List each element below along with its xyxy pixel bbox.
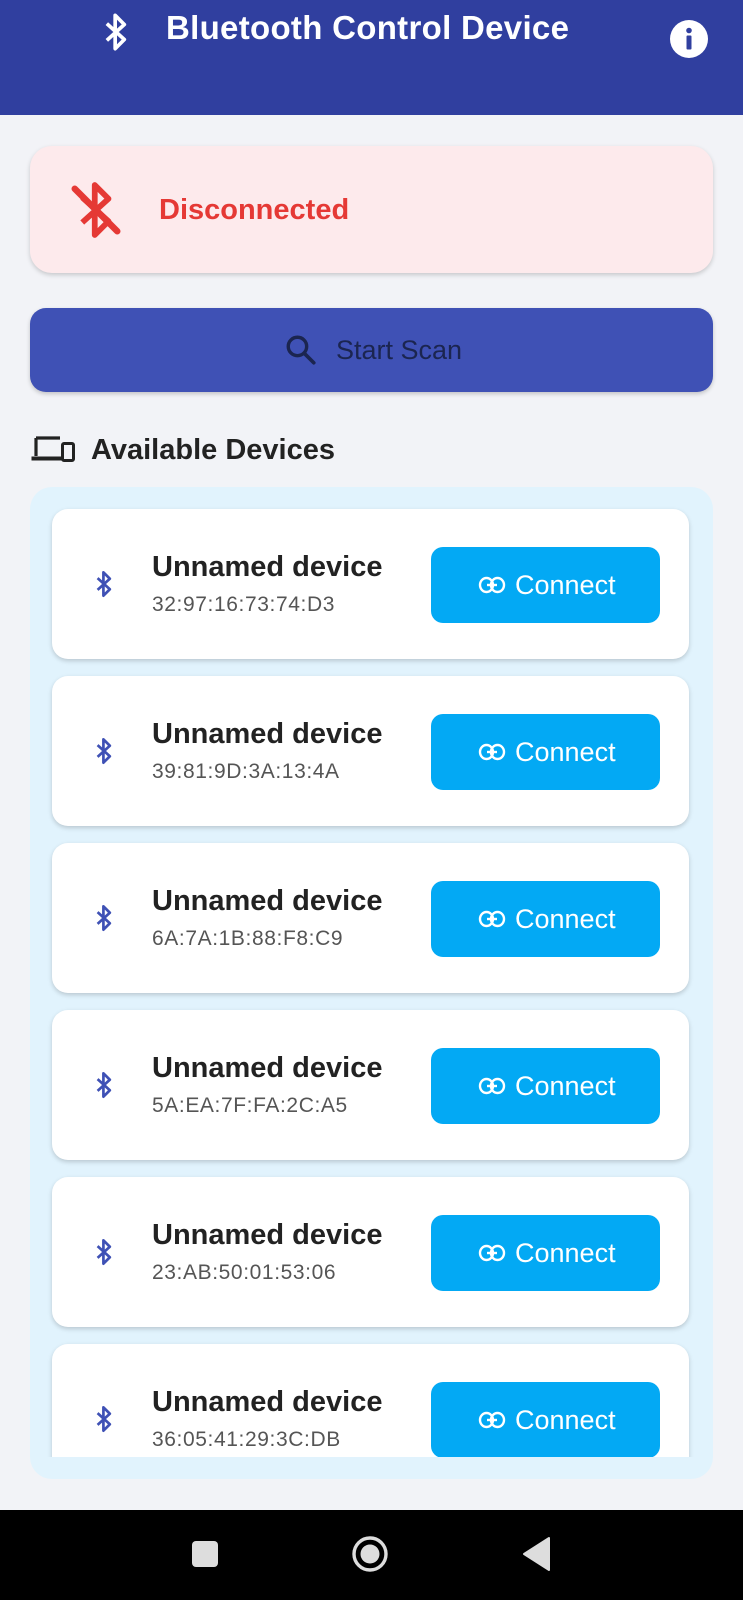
connect-button[interactable]: Connect	[431, 714, 660, 790]
device-card: Unnamed device 39:81:9D:3A:13:4A Connect	[52, 676, 689, 826]
device-name: Unnamed device	[152, 885, 383, 917]
device-address: 36:05:41:29:3C:DB	[152, 1428, 341, 1451]
connect-button[interactable]: Connect	[431, 547, 660, 623]
bluetooth-icon	[96, 570, 112, 598]
square-icon	[192, 1541, 218, 1567]
device-card: Unnamed device 36:05:41:29:3C:DB Connect	[52, 1344, 689, 1457]
start-scan-button[interactable]: Start Scan	[30, 308, 713, 392]
connect-label: Connect	[515, 1405, 616, 1435]
connect-button[interactable]: Connect	[431, 1215, 660, 1291]
device-name: Unnamed device	[152, 551, 383, 583]
bluetooth-icon	[105, 13, 127, 51]
device-address: 39:81:9D:3A:13:4A	[152, 760, 340, 783]
link-icon	[478, 743, 506, 761]
start-scan-label: Start Scan	[336, 335, 463, 365]
info-button[interactable]	[670, 20, 708, 58]
system-nav-bar	[0, 1510, 743, 1600]
info-icon	[686, 27, 692, 50]
connect-label: Connect	[515, 904, 616, 934]
connect-label: Connect	[515, 1238, 616, 1268]
bluetooth-disabled-icon	[71, 182, 121, 238]
device-address: 32:97:16:73:74:D3	[152, 593, 336, 616]
link-icon	[478, 1244, 506, 1262]
device-card: Unnamed device 6A:7A:1B:88:F8:C9 Connect	[52, 843, 689, 993]
connect-button[interactable]: Connect	[431, 1382, 660, 1457]
device-name: Unnamed device	[152, 1052, 383, 1084]
device-name: Unnamed device	[152, 1386, 383, 1418]
device-card: Unnamed device 23:AB:50:01:53:06 Connect	[52, 1177, 689, 1327]
connection-status-text: Disconnected	[159, 194, 350, 226]
bluetooth-icon	[96, 737, 112, 765]
search-icon	[286, 335, 316, 365]
back-button[interactable]	[520, 1536, 552, 1572]
bluetooth-icon	[96, 1071, 112, 1099]
link-icon	[478, 576, 506, 594]
device-address: 23:AB:50:01:53:06	[152, 1261, 337, 1284]
connect-button[interactable]: Connect	[431, 1048, 660, 1124]
link-icon	[478, 1077, 506, 1095]
connect-label: Connect	[515, 737, 616, 767]
bluetooth-icon	[96, 1238, 112, 1266]
recents-button[interactable]	[190, 1539, 220, 1569]
connect-label: Connect	[515, 1071, 616, 1101]
connect-label: Connect	[515, 570, 616, 600]
section-title: Available Devices	[91, 434, 335, 466]
device-card: Unnamed device 32:97:16:73:74:D3 Connect	[52, 509, 689, 659]
bluetooth-icon	[96, 904, 112, 932]
triangle-icon	[523, 1537, 550, 1571]
home-button[interactable]	[351, 1535, 389, 1573]
app-title: Bluetooth Control Device	[166, 9, 570, 46]
device-list[interactable]: Unnamed device 32:97:16:73:74:D3 Connect Un…	[30, 487, 713, 1479]
device-address: 6A:7A:1B:88:F8:C9	[152, 927, 344, 950]
device-card: Unnamed device 5A:EA:7F:FA:2C:A5 Connect	[52, 1010, 689, 1160]
app-bar: Bluetooth Control Device	[0, 0, 743, 115]
device-name: Unnamed device	[152, 718, 383, 750]
connect-button[interactable]: Connect	[431, 881, 660, 957]
connection-status-card: Disconnected	[30, 146, 713, 273]
bluetooth-icon	[96, 1405, 112, 1433]
link-icon	[478, 910, 506, 928]
link-icon	[478, 1411, 506, 1429]
device-address: 5A:EA:7F:FA:2C:A5	[152, 1094, 348, 1117]
devices-icon	[31, 436, 75, 462]
circle-icon	[352, 1536, 388, 1572]
device-name: Unnamed device	[152, 1219, 383, 1251]
